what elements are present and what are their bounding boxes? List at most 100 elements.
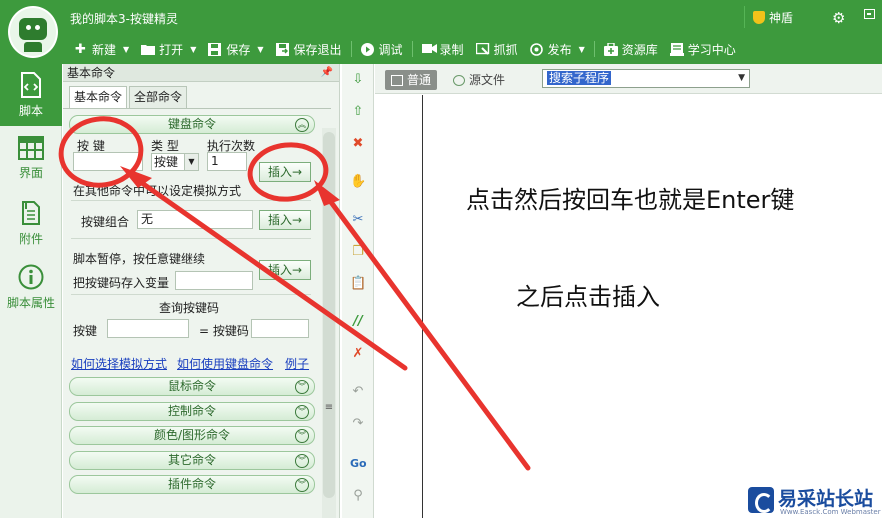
record-button[interactable]: 录制 bbox=[416, 38, 470, 60]
camera-icon bbox=[421, 43, 437, 56]
splitter-grip-icon[interactable]: ≡ bbox=[324, 402, 334, 413]
control-section-header[interactable]: 控制命令 ︾ bbox=[69, 402, 315, 421]
settings-gear-icon[interactable]: ⚙ bbox=[832, 9, 845, 27]
editor-gutter bbox=[375, 95, 423, 518]
chevron-down-icon: ▼ bbox=[190, 44, 197, 54]
hand-icon[interactable]: ✋ bbox=[350, 174, 366, 190]
new-button-label: 新建 bbox=[92, 42, 117, 57]
tab-basic-commands[interactable]: 基本命令 bbox=[69, 86, 128, 108]
save-exit-icon bbox=[275, 42, 289, 56]
query-code-label: = 按键码 bbox=[199, 324, 249, 338]
key-input[interactable] bbox=[73, 152, 143, 171]
save-button[interactable]: 保存 ▼ bbox=[202, 38, 269, 60]
subroutine-search-select[interactable]: 搜索子程序 ▼ bbox=[542, 69, 750, 88]
mouse-section-header[interactable]: 鼠标命令 ︾ bbox=[69, 377, 315, 396]
learn-icon bbox=[669, 42, 684, 56]
link-example[interactable]: 例子 bbox=[285, 355, 309, 372]
tab-label: 源文件 bbox=[469, 73, 506, 87]
edit-tool-strip: ⇩ ⇧ ✖ ✋ ✂ ❐ 📋 // ✗ ↶ ↷ Go ⚲ bbox=[342, 64, 374, 518]
uncomment-icon[interactable]: ✗ bbox=[350, 346, 366, 362]
chevron-down-icon: ▼ bbox=[123, 44, 130, 54]
tab-source-view[interactable]: 源文件 bbox=[447, 70, 511, 90]
publish-button[interactable]: 发布 ▼ bbox=[524, 38, 591, 60]
move-down-icon[interactable]: ⇩ bbox=[350, 72, 366, 88]
panel-content: 键盘命令 ︽ 按 键 类 型 执行次数 按键 ▼ 1 插入→ 在其他命令中可以设… bbox=[67, 110, 317, 510]
save-exit-button[interactable]: 保存退出 bbox=[270, 38, 348, 60]
tab-label: 普通 bbox=[407, 73, 432, 87]
record-button-label: 录制 bbox=[439, 42, 464, 57]
divider bbox=[71, 294, 311, 295]
watermark-subtext: Www.Easck.Com Webmaster bbox=[780, 508, 881, 516]
query-key-label: 按键 bbox=[73, 324, 98, 338]
nav-item-layout[interactable]: 界面 bbox=[0, 128, 62, 190]
watermark-text: 易采站长站 bbox=[778, 488, 874, 510]
panel-scrollbar-thumb[interactable] bbox=[323, 132, 335, 498]
pin-icon[interactable]: 📌 bbox=[321, 64, 333, 82]
nav-item-label: 界面 bbox=[18, 166, 43, 180]
chevron-down-icon: ︾ bbox=[295, 478, 309, 492]
tab-all-commands[interactable]: 全部命令 bbox=[129, 86, 188, 108]
link-simulation-mode[interactable]: 如何选择模拟方式 bbox=[71, 355, 167, 372]
move-up-icon[interactable]: ⇧ bbox=[350, 104, 366, 120]
script-icon bbox=[21, 72, 41, 98]
panel-header: 基本命令 📌 bbox=[63, 64, 339, 82]
app-logo-icon bbox=[8, 6, 58, 58]
info-icon bbox=[18, 264, 44, 290]
capture-button[interactable]: 抓抓 bbox=[470, 38, 524, 60]
chevron-down-icon: ▼ bbox=[184, 154, 198, 170]
resource-library-button[interactable]: 资源库 bbox=[598, 38, 664, 60]
copy-icon[interactable]: ❐ bbox=[350, 244, 366, 260]
nav-item-script[interactable]: 脚本 bbox=[0, 64, 62, 126]
section-title: 插件命令 bbox=[167, 477, 216, 491]
normal-view-icon bbox=[391, 74, 403, 86]
key-type-value: 按键 bbox=[154, 155, 179, 169]
shield-icon bbox=[753, 10, 765, 24]
key-type-select[interactable]: 按键 ▼ bbox=[151, 153, 199, 171]
color-image-section-header[interactable]: 颜色/图形命令 ︾ bbox=[69, 426, 315, 445]
capture-icon bbox=[475, 42, 489, 56]
chevron-down-icon: ︾ bbox=[295, 380, 309, 394]
redo-icon[interactable]: ↷ bbox=[350, 416, 366, 432]
command-panel: 基本命令 📌 基本命令 全部命令 键盘命令 ︽ 按 键 类 型 执行次数 按键 … bbox=[63, 64, 340, 518]
undo-icon[interactable]: ↶ bbox=[350, 384, 366, 400]
find-icon[interactable]: ⚲ bbox=[350, 488, 366, 504]
paste-icon[interactable]: 📋 bbox=[350, 276, 366, 292]
keyboard-section-header[interactable]: 键盘命令 ︽ bbox=[69, 115, 315, 134]
nav-item-attachment[interactable]: 附件 bbox=[0, 192, 62, 254]
vip-shield-button[interactable]: 神盾 bbox=[744, 6, 804, 28]
new-button[interactable]: ✚ 新建 ▼ bbox=[68, 38, 135, 60]
publish-button-label: 发布 bbox=[547, 42, 572, 57]
delete-icon[interactable]: ✖ bbox=[350, 136, 366, 152]
simulation-hint: 在其他命令中可以设定模拟方式 bbox=[73, 184, 242, 198]
tab-normal-view[interactable]: 普通 bbox=[385, 70, 438, 90]
instruction-note-2: 之后点击插入 bbox=[516, 283, 660, 311]
other-section-header[interactable]: 其它命令 ︾ bbox=[69, 451, 315, 470]
nav-item-label: 附件 bbox=[18, 232, 43, 246]
query-code-input[interactable] bbox=[251, 319, 309, 338]
link-keyboard-help[interactable]: 如何使用键盘命令 bbox=[177, 355, 273, 372]
nav-item-script-properties[interactable]: 脚本属性 bbox=[0, 256, 62, 318]
open-button[interactable]: 打开 ▼ bbox=[135, 38, 202, 60]
window-menu-button[interactable] bbox=[864, 9, 875, 19]
save-button-label: 保存 bbox=[226, 42, 251, 57]
goto-icon[interactable]: Go bbox=[350, 456, 367, 472]
attachment-icon bbox=[22, 201, 40, 225]
store-keycode-input[interactable] bbox=[175, 271, 253, 290]
key-combo-input[interactable]: 无 bbox=[137, 210, 253, 229]
subroutine-search-value: 搜索子程序 bbox=[547, 71, 612, 85]
insert-pause-button[interactable]: 插入→ bbox=[259, 260, 311, 280]
learning-center-button[interactable]: 学习中心 bbox=[664, 38, 742, 60]
insert-combo-button[interactable]: 插入→ bbox=[259, 210, 311, 230]
divider bbox=[71, 238, 311, 239]
execute-count-input[interactable]: 1 bbox=[207, 152, 247, 171]
comment-icon[interactable]: // bbox=[350, 314, 366, 330]
query-key-input[interactable] bbox=[107, 319, 189, 338]
debug-button[interactable]: 调试 bbox=[355, 38, 409, 60]
site-watermark: 易采站长站 Www.Easck.Com Webmaster bbox=[744, 484, 882, 518]
insert-key-button[interactable]: 插入→ bbox=[259, 162, 311, 182]
open-button-label: 打开 bbox=[159, 42, 184, 57]
cut-icon[interactable]: ✂ bbox=[350, 212, 366, 228]
play-icon bbox=[360, 42, 374, 56]
window-title: 我的脚本3-按键精灵 bbox=[70, 12, 178, 26]
plugin-section-header[interactable]: 插件命令 ︾ bbox=[69, 475, 315, 494]
